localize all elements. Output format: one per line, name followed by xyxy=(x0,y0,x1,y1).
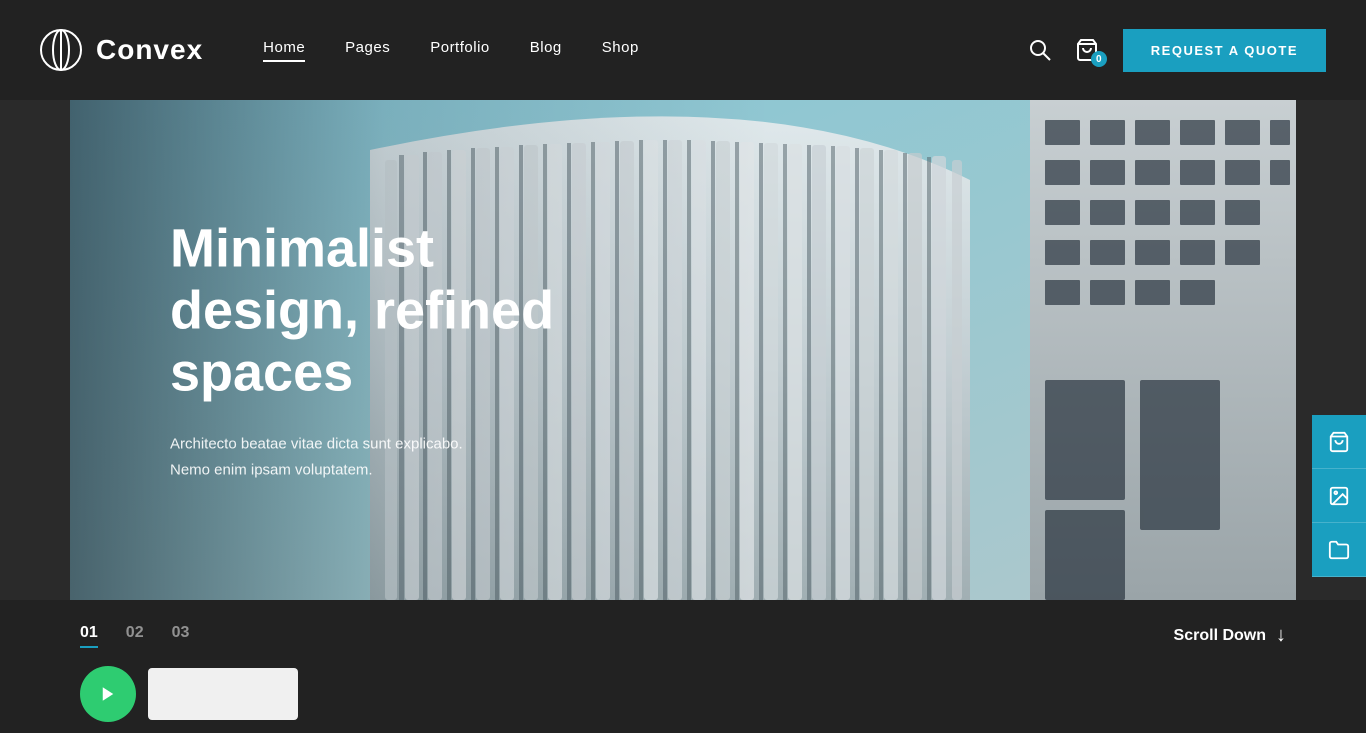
logo-area: Convex xyxy=(40,29,203,71)
hero-subtitle: Architecto beatae vitae dicta sunt expli… xyxy=(170,432,510,483)
side-image-button[interactable] xyxy=(1312,469,1366,523)
hero-title: Minimalist design, refined spaces xyxy=(170,217,590,403)
hero-subtitle-line2: Nemo enim ipsam voluptatem. xyxy=(170,461,373,478)
hero-section: Minimalist design, refined spaces Archit… xyxy=(70,100,1296,600)
green-action-button[interactable] xyxy=(80,666,136,722)
nav-portfolio[interactable]: Portfolio xyxy=(430,39,490,62)
bottom-bar: 01 02 03 Scroll Down ↓ xyxy=(0,600,1366,733)
white-action-button[interactable] xyxy=(148,668,298,720)
side-cart-icon xyxy=(1328,431,1350,453)
search-icon xyxy=(1029,39,1051,61)
side-icons-panel xyxy=(1312,415,1366,577)
nav-pages[interactable]: Pages xyxy=(345,39,390,62)
side-folder-icon xyxy=(1328,539,1350,561)
side-cart-button[interactable] xyxy=(1312,415,1366,469)
slide-indicators: 01 02 03 xyxy=(80,624,298,642)
main-nav: Home Pages Portfolio Blog Shop xyxy=(263,39,1029,62)
side-folder-button[interactable] xyxy=(1312,523,1366,577)
side-image-icon xyxy=(1328,485,1350,507)
logo-text: Convex xyxy=(96,34,203,66)
search-button[interactable] xyxy=(1029,39,1051,61)
nav-home[interactable]: Home xyxy=(263,39,305,62)
slide-indicator-2[interactable]: 02 xyxy=(126,624,144,642)
cart-button[interactable]: 0 xyxy=(1075,38,1099,62)
nav-blog[interactable]: Blog xyxy=(530,39,562,62)
nav-shop[interactable]: Shop xyxy=(602,39,639,62)
bottom-buttons xyxy=(80,666,298,722)
scroll-down-label: Scroll Down xyxy=(1174,627,1266,645)
slide-indicator-1[interactable]: 01 xyxy=(80,624,98,642)
hero-subtitle-line1: Architecto beatae vitae dicta sunt expli… xyxy=(170,436,463,453)
scroll-down[interactable]: Scroll Down ↓ xyxy=(1174,624,1286,647)
logo-icon xyxy=(40,29,82,71)
header-right: 0 REQUEST A QUOTE xyxy=(1029,29,1326,72)
slide-indicator-3[interactable]: 03 xyxy=(172,624,190,642)
cart-badge: 0 xyxy=(1091,51,1107,67)
play-icon xyxy=(99,685,117,703)
hero-content: Minimalist design, refined spaces Archit… xyxy=(170,217,590,482)
scroll-down-arrow: ↓ xyxy=(1276,624,1286,647)
cta-button[interactable]: REQUEST A QUOTE xyxy=(1123,29,1326,72)
site-header: Convex Home Pages Portfolio Blog Shop 0 … xyxy=(0,0,1366,100)
